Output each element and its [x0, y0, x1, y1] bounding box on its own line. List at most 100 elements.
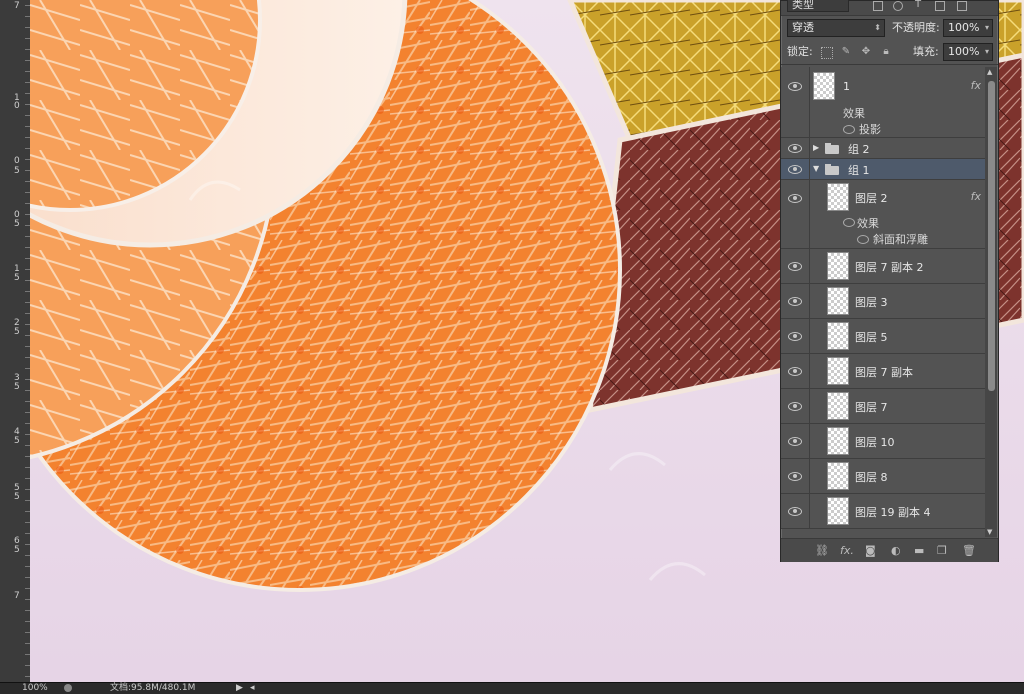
- fill-field[interactable]: 100% ▾: [943, 43, 993, 61]
- layer-name[interactable]: 图层 2: [855, 190, 888, 206]
- layer-group-row-selected[interactable]: ▼ 组 1: [781, 159, 985, 180]
- chevron-left-icon[interactable]: ◂: [250, 683, 255, 694]
- filter-type-icon[interactable]: T: [915, 0, 925, 11]
- eye-icon[interactable]: [787, 261, 803, 271]
- layer-row[interactable]: 图层 10: [781, 424, 985, 459]
- adjustment-icon[interactable]: ◐: [891, 545, 901, 556]
- effect-name[interactable]: 斜面和浮雕: [873, 231, 928, 247]
- layer-row[interactable]: 图层 5: [781, 319, 985, 354]
- eye-icon[interactable]: [843, 125, 855, 134]
- layer-name[interactable]: 组 1: [848, 162, 870, 178]
- status-info-icon[interactable]: [64, 684, 72, 692]
- lock-move-icon[interactable]: ✥: [861, 47, 871, 57]
- eye-icon[interactable]: [787, 164, 803, 174]
- scroll-up-icon[interactable]: ▲: [987, 68, 992, 76]
- eye-icon[interactable]: [787, 436, 803, 446]
- layer-thumbnail: [827, 427, 849, 455]
- layer-row[interactable]: 图层 8: [781, 459, 985, 494]
- layer-group-row[interactable]: ▶ 组 2: [781, 138, 985, 159]
- play-icon[interactable]: ▶: [236, 683, 243, 694]
- new-group-icon[interactable]: ▬: [914, 545, 924, 556]
- ruler-tick-label: 1: [14, 264, 20, 274]
- layer-name[interactable]: 组 2: [848, 141, 870, 157]
- filter-shape-icon[interactable]: [935, 1, 945, 11]
- eye-icon[interactable]: [787, 296, 803, 306]
- eye-icon[interactable]: [787, 331, 803, 341]
- layer-name[interactable]: 图层 5: [855, 329, 888, 345]
- layers-panel-toolbar: ⛓ fx. ◙ ◐ ▬ ❐ 🗑︎: [781, 538, 998, 562]
- lock-label: 锁定:: [787, 45, 813, 58]
- layer-name[interactable]: 图层 8: [855, 469, 888, 485]
- layer-name[interactable]: 图层 19 副本 4: [855, 504, 931, 520]
- eye-icon[interactable]: [857, 235, 869, 244]
- ruler-tick-label: 5: [14, 273, 20, 283]
- layer-name[interactable]: 图层 10: [855, 434, 895, 450]
- new-layer-icon[interactable]: ❐: [937, 545, 947, 556]
- chevron-down-icon[interactable]: ▼: [813, 164, 819, 173]
- zoom-level[interactable]: 100%: [22, 683, 48, 694]
- eye-icon[interactable]: [843, 218, 855, 227]
- layer-thumbnail: [813, 72, 835, 100]
- fx-icon[interactable]: fx: [971, 190, 981, 203]
- filter-kind-select[interactable]: 类型: [787, 0, 849, 12]
- layer-row[interactable]: 图层 7: [781, 389, 985, 424]
- effects-label: 效果: [857, 217, 879, 230]
- eye-icon[interactable]: [787, 81, 803, 91]
- layer-row[interactable]: 图层 7 副本: [781, 354, 985, 389]
- layer-name[interactable]: 图层 7 副本: [855, 364, 913, 380]
- scrollbar-thumb[interactable]: [988, 81, 995, 391]
- ruler-tick-label: 5: [14, 382, 20, 392]
- layer-row[interactable]: 1 fx 效果 投影: [781, 67, 985, 138]
- chevron-down-icon: ▾: [984, 23, 989, 32]
- lock-transparent-icon[interactable]: [821, 47, 833, 59]
- ruler-tick-label: 2: [14, 318, 20, 328]
- effect-name[interactable]: 投影: [859, 121, 881, 137]
- chevron-updown-icon: ⬍: [874, 23, 881, 32]
- document-size: 文档:95.8M/480.1M: [110, 683, 196, 693]
- layer-thumbnail: [827, 497, 849, 525]
- blend-mode-select[interactable]: 穿透 ⬍: [787, 19, 885, 37]
- ruler-tick-label: 5: [14, 545, 20, 555]
- trash-icon[interactable]: 🗑︎: [962, 545, 976, 556]
- layer-row[interactable]: 图层 19 副本 4: [781, 494, 985, 529]
- opacity-label: 不透明度:: [892, 21, 940, 34]
- filter-smart-icon[interactable]: [957, 1, 967, 11]
- eye-icon[interactable]: [787, 193, 803, 203]
- scroll-down-icon[interactable]: ▼: [987, 528, 992, 536]
- layer-name[interactable]: 图层 3: [855, 294, 888, 310]
- link-icon[interactable]: ⛓: [815, 545, 829, 556]
- filter-pixel-icon[interactable]: [873, 1, 883, 11]
- layer-name[interactable]: 1: [843, 80, 850, 93]
- fx-icon[interactable]: fx.: [840, 545, 854, 556]
- layer-name[interactable]: 图层 7: [855, 399, 888, 415]
- filter-adjustment-icon[interactable]: [893, 1, 903, 11]
- layer-list: 1 fx 效果 投影 ▶ 组 2 ▼ 组 1 图层 2 fx 效果 斜面和浮雕: [781, 67, 985, 537]
- eye-icon[interactable]: [787, 143, 803, 153]
- ruler-tick-label: 5: [14, 436, 20, 446]
- layer-thumbnail: [827, 462, 849, 490]
- chevron-down-icon: ▾: [984, 47, 989, 56]
- ruler-tick-label: 7: [14, 1, 20, 11]
- mask-icon[interactable]: ◙: [865, 545, 876, 556]
- layer-thumbnail: [827, 287, 849, 315]
- layer-name[interactable]: 图层 7 副本 2: [855, 259, 924, 275]
- lock-icon[interactable]: 🔒︎: [881, 47, 891, 57]
- fx-icon[interactable]: fx: [971, 79, 981, 92]
- eye-icon[interactable]: [787, 366, 803, 376]
- ruler-tick-label: 0: [14, 101, 20, 111]
- ruler-tick-label: 3: [14, 373, 20, 383]
- layer-thumbnail: [827, 392, 849, 420]
- layer-row[interactable]: 图层 7 副本 2: [781, 249, 985, 284]
- folder-icon: [825, 143, 839, 154]
- chevron-right-icon[interactable]: ▶: [813, 143, 819, 152]
- layer-row[interactable]: 图层 2 fx 效果 斜面和浮雕: [781, 180, 985, 249]
- layer-thumbnail: [827, 322, 849, 350]
- layers-scrollbar[interactable]: ▲ ▼: [985, 67, 997, 537]
- lock-brush-icon[interactable]: ✎: [841, 47, 851, 57]
- status-bar: 100% 文档:95.8M/480.1M ▶ ◂: [0, 682, 1024, 694]
- opacity-field[interactable]: 100% ▾: [943, 19, 993, 37]
- eye-icon[interactable]: [787, 401, 803, 411]
- eye-icon[interactable]: [787, 471, 803, 481]
- eye-icon[interactable]: [787, 506, 803, 516]
- layer-row[interactable]: 图层 3: [781, 284, 985, 319]
